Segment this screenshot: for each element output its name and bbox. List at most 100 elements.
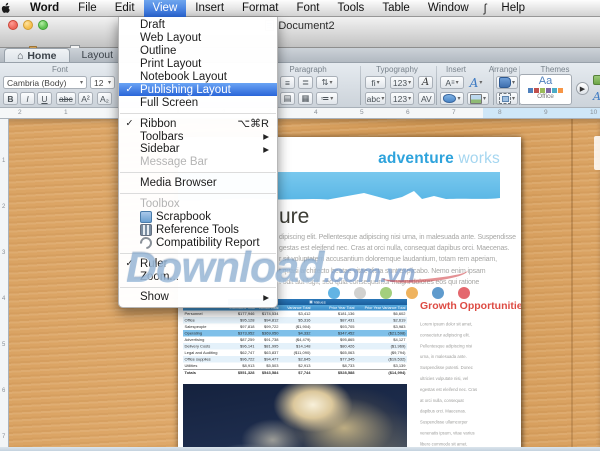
menu-item-zoom[interactable]: Zoom... <box>119 270 277 283</box>
menu-item-web-layout[interactable]: Web Layout <box>119 32 277 45</box>
checkmark-icon: ✓ <box>125 258 134 270</box>
theme-gallery-item[interactable]: Aa Office <box>519 74 572 105</box>
tab-layout[interactable]: Layout <box>70 48 126 62</box>
menu-item-ribbon[interactable]: ✓ Ribbon ⌥⌘R <box>119 117 277 131</box>
line-spacing-button[interactable]: ⇅ ▾ <box>316 76 338 89</box>
text-effects-button[interactable]: A <box>418 76 433 89</box>
borders-button[interactable]: ▤ <box>280 92 295 105</box>
ribbon: Font Cambria (Body) ▾ 12 ▾ B I U abc A² A₂… <box>0 63 600 108</box>
menu-item-draft[interactable]: Draft <box>119 19 277 32</box>
menu-item-publishing-layout[interactable]: ✓ Publishing Layout <box>119 83 277 97</box>
menu-item-print-layout[interactable]: Print Layout <box>119 58 277 71</box>
theme-fonts-button[interactable]: A <box>593 90 600 103</box>
menu-item-toolbars[interactable]: Toolbars ▶ <box>119 130 277 143</box>
values-label: Values <box>313 299 326 305</box>
menu-item-label: Full Screen <box>140 96 199 109</box>
menu-item-ruler[interactable]: ✓ Ruler <box>119 257 277 270</box>
brand-secondary: works <box>458 150 500 167</box>
menubar-item-window[interactable]: Window <box>419 0 478 17</box>
superscript-button[interactable]: A² <box>78 92 93 105</box>
menu-item-label: Scrapbook <box>156 211 211 224</box>
menubar-item-edit[interactable]: Edit <box>106 0 144 17</box>
menu-item-label: Draft <box>140 19 165 32</box>
totals-cell: $528,588 <box>312 368 356 377</box>
italic-button[interactable]: I <box>20 92 35 105</box>
text-box-button[interactable]: A ≡ ▾ <box>440 76 464 89</box>
menu-shortcut: ⌥⌘R <box>237 118 269 131</box>
horizontal-ruler[interactable]: 2112345678910 <box>0 108 600 119</box>
sidebar-line: Lorem ipsum dolor sit amet, <box>420 321 473 327</box>
menubar-item-table[interactable]: Table <box>373 0 419 17</box>
palette-dot <box>458 287 470 299</box>
ligatures-button[interactable]: fi ▾ <box>365 76 386 89</box>
menu-item-outline[interactable]: Outline <box>119 45 277 58</box>
menubar-item-file[interactable]: File <box>69 0 106 17</box>
menubar-item-word[interactable]: Word <box>20 0 69 17</box>
menu-item-scrapbook[interactable]: Scrapbook <box>119 211 277 224</box>
bullets-button[interactable]: ≡ <box>280 76 295 89</box>
menu-item-label: Ribbon <box>140 117 177 130</box>
group-objects-button[interactable]: ▾ <box>496 92 518 105</box>
menu-item-label: Toolbars <box>140 130 184 143</box>
theme-colors-button[interactable] <box>593 75 600 85</box>
reorder-objects-button[interactable]: ▾ <box>496 76 518 89</box>
menu-item-label: Publishing Layout <box>140 83 231 96</box>
font-size-select[interactable]: 12 ▾ <box>90 76 115 89</box>
menubar-item-format[interactable]: Format <box>233 0 287 17</box>
brand-title: adventure works <box>378 150 500 168</box>
sidebar-heading: Growth Opportunities <box>420 300 521 312</box>
menubar-item-insert[interactable]: Insert <box>186 0 233 17</box>
underline-button[interactable]: U <box>37 92 52 105</box>
theme-sample: Aa <box>538 75 553 87</box>
menu-item-notebook-layout[interactable]: Notebook Layout <box>119 71 277 84</box>
sidebar-line: Suspendisse potenti. Donec <box>420 365 473 371</box>
palette-dot <box>432 287 444 299</box>
sidebar-line: at orci nulla, consequat <box>420 397 464 403</box>
font-name-select[interactable]: Cambria (Body) ▾ <box>3 76 87 89</box>
sort-button[interactable]: ≔ ▾ <box>316 92 338 105</box>
totals-cell: ($14,994) <box>356 368 407 377</box>
ruler-number: 10 <box>590 109 598 116</box>
menu-item-label: Show <box>140 291 169 304</box>
vertical-ruler[interactable]: 1 2 3 4 5 6 7 <box>0 119 9 451</box>
wordart-button[interactable]: A ▾ <box>467 76 485 90</box>
menu-item-label: Compatibility Report <box>156 236 260 249</box>
menubar-item-view[interactable]: View <box>143 0 187 17</box>
menu-item-reference-tools[interactable]: Reference Tools <box>119 223 277 236</box>
numbering-button[interactable]: ≣ <box>298 76 313 89</box>
article-body: dipiscing elit. Pellentesque adipiscing … <box>279 232 516 288</box>
menu-separator <box>119 169 277 177</box>
palette-dot <box>380 287 392 299</box>
palette-dot <box>406 287 418 299</box>
shape-button[interactable]: ▾ <box>440 92 464 105</box>
menu-item-message-bar: Message Bar <box>119 156 277 169</box>
apple-menu-icon[interactable] <box>0 2 20 15</box>
theme-gallery-next-button[interactable]: ▶ <box>576 82 589 95</box>
subscript-button[interactable]: A₂ <box>97 92 112 105</box>
menu-item-full-screen[interactable]: Full Screen <box>119 96 277 109</box>
number-forms-button[interactable]: 123 ▾ <box>390 92 414 105</box>
menu-item-toolbox: Toolbox <box>119 198 277 211</box>
window-title-wrap: Document2 <box>0 19 600 32</box>
number-style-button[interactable]: 123 ▾ <box>390 76 414 89</box>
tab-home[interactable]: ⌂ Home <box>4 48 70 62</box>
script-menu-icon[interactable]: ʃ <box>478 0 493 17</box>
kerning-button[interactable]: AV <box>418 92 435 105</box>
strikethrough-button[interactable]: abc <box>56 92 76 105</box>
menu-item-label: Sidebar <box>140 143 180 156</box>
budget-data-table: Estimated TotalActual TotalVariance Tota… <box>183 305 407 377</box>
menu-item-label: Outline <box>140 45 177 58</box>
menubar-item-tools[interactable]: Tools <box>328 0 373 17</box>
menu-item-show[interactable]: Show ▶ <box>119 291 277 304</box>
menubar-item-help[interactable]: Help <box>492 0 534 17</box>
stylistic-sets-button[interactable]: abc ▾ <box>365 92 386 105</box>
shading-button[interactable]: ▦ <box>298 92 313 105</box>
bold-button[interactable]: B <box>3 92 18 105</box>
ruler-number: 8 <box>498 109 502 116</box>
menu-item-media-browser[interactable]: Media Browser <box>119 177 277 190</box>
menu-item-compatibility-report[interactable]: Compatibility Report <box>119 234 277 252</box>
brand-primary: adventure <box>378 150 454 167</box>
picture-button[interactable]: ▾ <box>467 92 489 105</box>
menu-item-sidebar[interactable]: Sidebar ▶ <box>119 143 277 156</box>
menubar-item-font[interactable]: Font <box>287 0 328 17</box>
